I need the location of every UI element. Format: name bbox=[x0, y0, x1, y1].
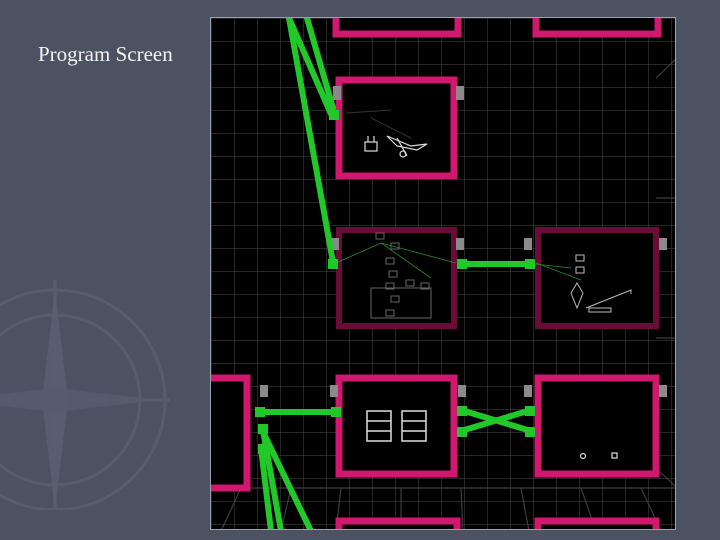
module-frame-bottom-left[interactable] bbox=[335, 517, 461, 530]
compass-rose-decoration bbox=[0, 280, 170, 510]
port-icon[interactable] bbox=[524, 238, 532, 250]
module-frame-top-right[interactable] bbox=[532, 18, 662, 38]
port-icon[interactable] bbox=[524, 385, 532, 397]
port-icon[interactable] bbox=[659, 238, 667, 250]
program-screen[interactable] bbox=[210, 17, 676, 530]
program-canvas[interactable] bbox=[211, 18, 676, 530]
port-icon[interactable] bbox=[456, 238, 464, 250]
module-middle-right[interactable] bbox=[524, 227, 667, 329]
port-icon[interactable] bbox=[458, 385, 466, 397]
module-frame-bottom-right[interactable] bbox=[534, 517, 660, 530]
slide-title: Program Screen bbox=[38, 42, 173, 66]
module-bottom-right[interactable] bbox=[524, 374, 667, 478]
port-icon[interactable] bbox=[659, 385, 667, 397]
module-top[interactable] bbox=[333, 76, 464, 180]
port-icon[interactable] bbox=[456, 86, 464, 100]
port-icon[interactable] bbox=[260, 385, 268, 397]
port-icon[interactable] bbox=[333, 86, 341, 100]
port-icon[interactable] bbox=[330, 385, 338, 397]
module-middle-left[interactable] bbox=[331, 227, 464, 329]
module-frame-top-left[interactable] bbox=[332, 18, 462, 38]
module-bottom-center[interactable] bbox=[330, 374, 466, 478]
